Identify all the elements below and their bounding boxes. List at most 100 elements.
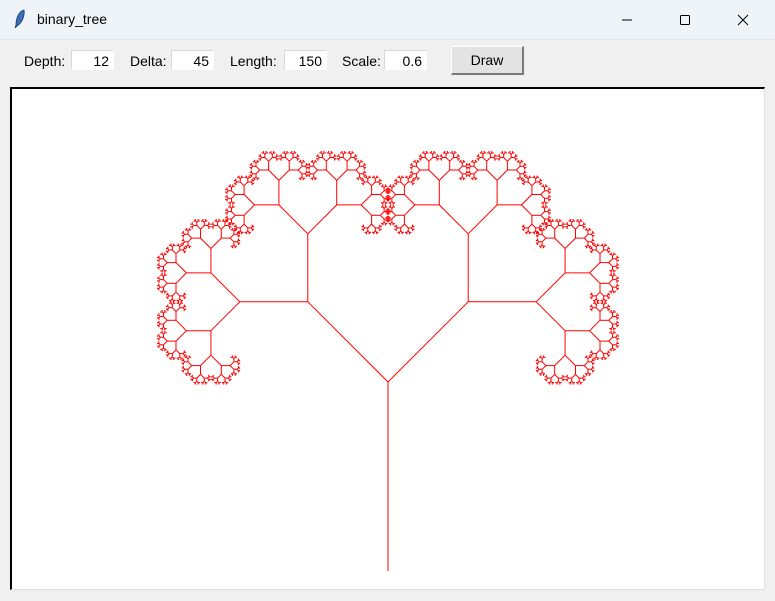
tree-branch <box>176 357 178 359</box>
tree-branch <box>238 175 240 177</box>
tree-branch <box>362 184 364 186</box>
tree-branch <box>233 202 235 204</box>
maximize-button[interactable] <box>662 0 708 39</box>
tree-branch <box>553 220 555 222</box>
tree-branch <box>386 206 388 208</box>
tree-branch <box>530 232 532 234</box>
tree-branch <box>298 160 300 163</box>
delta-input[interactable]: 45 <box>171 50 214 70</box>
tree-branch <box>527 181 533 187</box>
tree-branch <box>584 379 586 381</box>
tree-branch <box>544 375 546 378</box>
tree-branch <box>563 376 565 378</box>
tree-branch <box>360 194 372 206</box>
tree-branch <box>239 362 241 365</box>
tree-branch <box>465 173 468 176</box>
tree-branch <box>598 300 600 302</box>
tree-branch <box>573 382 576 384</box>
tree-branch <box>227 377 230 380</box>
tree-branch <box>275 157 278 160</box>
tree-branch <box>156 284 159 287</box>
tree-branch <box>203 380 206 383</box>
tree-branch <box>615 316 618 319</box>
tree-branch <box>416 161 419 164</box>
tree-branch <box>524 170 526 172</box>
minimize-button[interactable] <box>604 0 650 39</box>
tree-branch <box>411 162 413 165</box>
tree-branch <box>168 244 171 246</box>
tree-branch <box>226 215 228 217</box>
tree-branch <box>556 380 559 383</box>
tree-branch <box>514 157 517 160</box>
tree-branch <box>385 184 387 186</box>
tree-branch <box>316 155 318 157</box>
tree-branch <box>493 155 496 158</box>
tree-branch <box>389 191 391 193</box>
tree-branch <box>359 161 362 164</box>
tree-branch <box>570 220 573 223</box>
scale-label: Scale: <box>342 53 381 69</box>
tree-branch <box>238 230 241 233</box>
tree-branch <box>608 336 613 342</box>
tree-branch <box>595 298 598 301</box>
tree-branch <box>166 298 169 300</box>
close-button[interactable] <box>720 0 766 39</box>
tree-branch <box>602 298 605 301</box>
tree-branch <box>538 228 541 231</box>
close-icon <box>737 14 749 25</box>
tree-branch <box>239 181 245 187</box>
tree-branch <box>292 152 295 155</box>
tree-branch <box>606 248 609 251</box>
tree-branch <box>367 181 372 187</box>
tree-branch <box>251 184 253 186</box>
tree-branch <box>590 309 593 312</box>
tree-branch <box>308 162 311 165</box>
length-input[interactable]: 150 <box>284 50 327 70</box>
tree-branch <box>540 190 545 195</box>
tree-branch <box>183 365 185 368</box>
tree-branch <box>566 222 569 224</box>
tree-branch <box>589 319 601 332</box>
tree-branch <box>316 157 318 160</box>
tree-branch <box>239 177 243 180</box>
tree-branch <box>467 204 498 235</box>
tree-branch <box>524 231 527 233</box>
tree-branch <box>235 227 238 230</box>
tree-branch <box>381 224 384 226</box>
tree-branch <box>196 380 199 383</box>
draw-button[interactable]: Draw <box>451 46 524 75</box>
scale-input[interactable]: 0.6 <box>384 50 427 70</box>
tree-branch <box>357 176 360 179</box>
tree-branch <box>291 150 293 153</box>
tree-branch <box>565 223 567 225</box>
tree-branch <box>392 203 394 205</box>
tree-branch <box>523 224 525 226</box>
tree-branch <box>600 357 602 359</box>
tree-branch <box>527 177 530 180</box>
tree-branch <box>591 351 594 354</box>
tree-branch <box>226 208 228 210</box>
tree-branch <box>369 177 372 179</box>
tree-branch <box>524 176 527 178</box>
tree-branch <box>614 274 616 276</box>
tree-branch <box>566 380 568 382</box>
tree-branch <box>599 249 605 255</box>
tree-branch <box>380 180 382 182</box>
tree-branch <box>439 157 441 160</box>
tree-branch <box>234 247 236 249</box>
tree-branch <box>322 152 325 155</box>
tree-branch <box>544 185 547 188</box>
tree-branch <box>278 169 290 181</box>
tree-branch <box>407 177 410 180</box>
tree-branch <box>581 220 583 222</box>
tree-branch <box>308 170 311 172</box>
tree-branch <box>166 309 169 312</box>
depth-input[interactable]: 12 <box>71 50 114 70</box>
tree-branch <box>161 329 163 331</box>
tree-branch <box>522 172 525 175</box>
tree-branch <box>179 245 182 248</box>
tree-branch <box>549 220 552 223</box>
tree-branch <box>187 356 190 360</box>
tree-branch <box>606 307 609 310</box>
tree-branch <box>175 291 181 297</box>
